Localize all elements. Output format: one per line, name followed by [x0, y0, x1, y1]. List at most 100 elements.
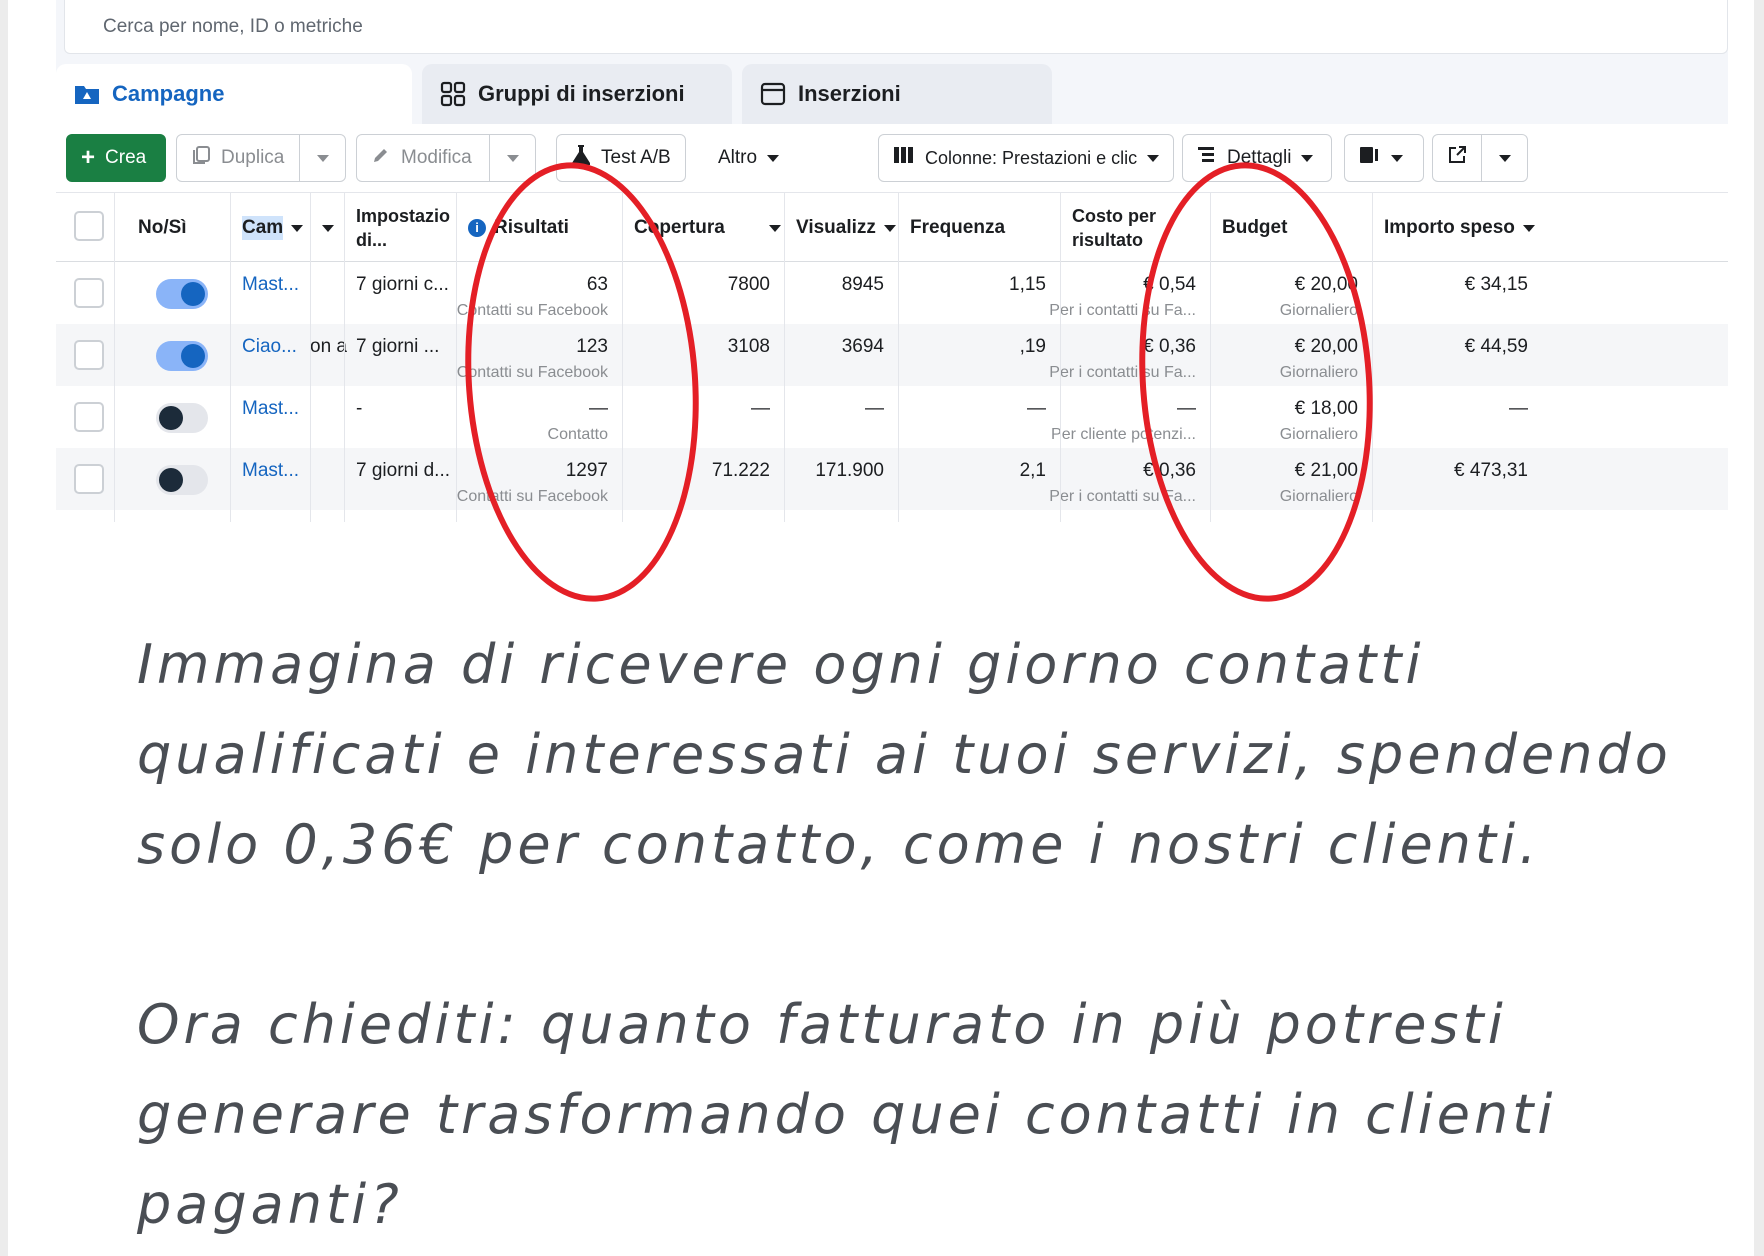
- settings-value: 7 giorni d...: [356, 460, 450, 481]
- chevron-down-icon[interactable]: [317, 155, 329, 162]
- frequency-value: ,19: [1019, 336, 1046, 357]
- settings-value: 7 giorni ...: [356, 336, 440, 357]
- table-row[interactable]: Mast... 7 giorni d... 1297 Contatti su Fa…: [56, 448, 1728, 510]
- reports-icon: [1359, 145, 1381, 171]
- reach-value: 7800: [727, 274, 770, 295]
- edit-button[interactable]: Modifica: [356, 134, 536, 182]
- chevron-down-icon: [322, 224, 334, 232]
- spent-value: € 44,59: [1464, 336, 1528, 357]
- duplicate-icon: [191, 145, 211, 171]
- level-tabs: Campagne Gruppi di inserzioni Inserzioni: [56, 64, 1728, 124]
- reach-value: 3108: [727, 336, 770, 357]
- export-icon: [1447, 145, 1467, 171]
- quote-line-1: Immagina di ricevere ogni giorno contatt…: [137, 633, 1425, 696]
- campaign-name[interactable]: Mast...: [242, 460, 299, 482]
- delivery-toggle[interactable]: [156, 279, 208, 309]
- create-label: Crea: [105, 147, 147, 168]
- chevron-down-icon[interactable]: [507, 155, 519, 162]
- spent-value: € 473,31: [1454, 460, 1528, 481]
- delivery-toggle[interactable]: [156, 341, 208, 371]
- tab-label: Campagne: [112, 81, 225, 106]
- row-checkbox[interactable]: [74, 278, 104, 308]
- edit-label: Modifica: [401, 147, 472, 168]
- row-checkbox[interactable]: [74, 402, 104, 432]
- grid-icon: [440, 81, 466, 107]
- frequency-value: 1,15: [1009, 274, 1046, 295]
- tab-inserzioni[interactable]: Inserzioni: [742, 64, 1052, 124]
- info-icon: i: [468, 219, 486, 237]
- tab-gruppi-di-inserzioni[interactable]: Gruppi di inserzioni: [422, 64, 732, 124]
- chevron-down-icon[interactable]: [1499, 155, 1511, 162]
- duplicate-button[interactable]: Duplica: [176, 134, 346, 182]
- ad-frame-icon: [760, 81, 786, 107]
- campaigns-table: No/Sì Cam Impostazio di... i Risultati C…: [56, 192, 1728, 522]
- page-left-border: [0, 0, 8, 1256]
- search-bar[interactable]: Cerca per nome, ID o metriche: [64, 0, 1728, 54]
- reach-value: 71.222: [711, 460, 770, 481]
- chevron-down-icon: [1522, 224, 1535, 232]
- reach-value: —: [751, 398, 770, 419]
- views-value: —: [865, 398, 884, 419]
- table-row[interactable]: Ciao... on a 7 giorni ... 123 Contatti su…: [56, 324, 1728, 386]
- header-spent[interactable]: Importo speso: [1372, 193, 1542, 263]
- ads-manager-screenshot: Cerca per nome, ID o metriche Campagne G…: [56, 0, 1728, 522]
- table-row[interactable]: Mast... - — Contatto — — — — Per cliente p…: [56, 386, 1728, 448]
- views-value: 3694: [841, 336, 884, 357]
- breakdown-icon: [1197, 146, 1217, 170]
- chevron-down-icon: [1391, 154, 1403, 162]
- table-header: No/Sì Cam Impostazio di... i Risultati C…: [56, 192, 1728, 262]
- chevron-down-icon: [1301, 154, 1314, 162]
- campaign-name[interactable]: Ciao...: [242, 336, 297, 358]
- toolbar: + Crea Duplica Modifica Test A/B Altro C…: [56, 124, 1728, 192]
- search-input[interactable]: Cerca per nome, ID o metriche: [103, 16, 363, 38]
- header-campaign-menu[interactable]: [310, 193, 346, 263]
- columns-label: Colonne: Prestazioni e clic: [925, 147, 1138, 168]
- chevron-down-icon: [291, 224, 304, 232]
- select-all-checkbox[interactable]: [74, 211, 104, 241]
- settings-value: 7 giorni c...: [356, 274, 449, 295]
- header-campaign[interactable]: Cam: [230, 193, 310, 263]
- views-value: 8945: [841, 274, 884, 295]
- spent-value: € 34,15: [1464, 274, 1528, 295]
- tab-campagne[interactable]: Campagne: [56, 64, 412, 124]
- chevron-down-icon: [768, 224, 781, 232]
- plus-icon: +: [81, 144, 96, 171]
- select-all-cell: [56, 193, 114, 263]
- row-checkbox[interactable]: [74, 464, 104, 494]
- pencil-icon: [371, 145, 391, 171]
- tab-label: Inserzioni: [798, 81, 901, 106]
- more-label: Altro: [718, 147, 758, 168]
- quote-line-4: Ora chiediti: quanto fatturato in più po…: [137, 993, 1507, 1056]
- duplicate-label: Duplica: [221, 147, 285, 168]
- delivery-toggle[interactable]: [156, 465, 208, 495]
- page-right-border: [1754, 0, 1764, 1256]
- create-button[interactable]: + Crea: [66, 134, 166, 182]
- header-views[interactable]: Visualizz: [784, 193, 898, 263]
- quote-line-6: paganti?: [137, 1173, 403, 1236]
- delivery-toggle[interactable]: [156, 403, 208, 433]
- views-value: 171.900: [815, 460, 884, 481]
- quote-line-3: solo 0,36€ per contatto, come i nostri c…: [137, 813, 1541, 876]
- tab-label: Gruppi di inserzioni: [478, 81, 685, 106]
- frequency-value: —: [1027, 398, 1046, 419]
- columns-button[interactable]: Colonne: Prestazioni e clic: [878, 134, 1174, 182]
- chevron-down-icon: [883, 224, 896, 232]
- row-checkbox[interactable]: [74, 340, 104, 370]
- settings-value: -: [356, 398, 363, 419]
- campaign-name[interactable]: Mast...: [242, 398, 299, 420]
- export-button[interactable]: [1432, 134, 1528, 182]
- header-settings[interactable]: Impostazio di...: [344, 193, 456, 263]
- more-button[interactable]: Altro: [704, 134, 804, 182]
- chevron-down-icon: [1147, 154, 1160, 162]
- chevron-down-icon: [767, 154, 780, 162]
- header-toggle[interactable]: No/Sì: [126, 193, 230, 263]
- quote-line-2: qualificati e interessati ai tuoi serviz…: [137, 723, 1672, 786]
- header-frequency[interactable]: Frequenza: [898, 193, 1058, 263]
- reports-button[interactable]: [1344, 134, 1424, 182]
- table-row[interactable]: Mast... 7 giorni c... 63 Contatti su Face…: [56, 262, 1728, 324]
- campaign-name[interactable]: Mast...: [242, 274, 299, 296]
- folder-icon: [74, 81, 100, 107]
- quote-line-5: generare trasformando quei contatti in c…: [137, 1083, 1557, 1146]
- frequency-value: 2,1: [1019, 460, 1046, 481]
- spent-value: —: [1509, 398, 1528, 419]
